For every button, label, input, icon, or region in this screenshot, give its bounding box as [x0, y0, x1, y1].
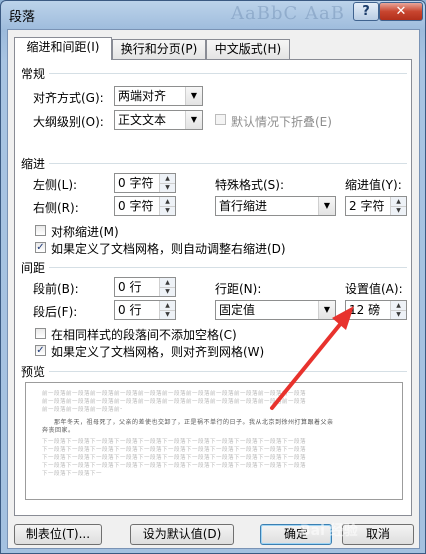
dialog-window: 段落 AaBbC AaB ? ✕ 缩进和间距(I) 换行和分页(P) 中文版式(…	[0, 0, 426, 554]
space-after-spinner[interactable]: 0 行 ▲ ▼	[114, 300, 176, 320]
divider	[49, 371, 407, 372]
left-indent-spinner[interactable]: 0 字符 ▲ ▼	[114, 173, 176, 193]
snap-to-grid-checkbox[interactable]: ✓	[35, 345, 46, 356]
divider	[49, 163, 407, 164]
mirror-indents-checkbox[interactable]	[35, 225, 46, 236]
space-before-label: 段前(B):	[33, 282, 79, 296]
outline-level-value: 正文文本	[118, 113, 167, 127]
tabs-button[interactable]: 制表位(T)...	[14, 524, 102, 545]
special-indent-dropdown[interactable]: 首行缩进 ▼	[215, 196, 336, 216]
collapse-default-label: 默认情况下折叠(E)	[231, 115, 332, 129]
section-general-heading: 常规	[21, 67, 46, 81]
line-spacing-dropdown[interactable]: 固定值 ▼	[215, 300, 336, 320]
section-preview-heading: 预览	[21, 365, 46, 379]
no-space-same-style-label: 在相同样式的段落间不添加空格(C)	[51, 328, 237, 342]
preview-next-paragraph: 下一段落下一段落下一段落下一段落下一段落下一段落下一段落下一段落下一段落下一段落…	[42, 439, 307, 445]
line-spacing-label: 行距(N):	[215, 282, 262, 296]
auto-adjust-indent-checkbox[interactable]: ✓	[35, 242, 46, 253]
space-after-label: 段后(F):	[33, 305, 78, 319]
spin-down-icon[interactable]: ▼	[160, 206, 175, 215]
right-indent-value: 0 字符	[118, 199, 154, 213]
alignment-value: 两端对齐	[118, 89, 167, 103]
left-indent-value: 0 字符	[118, 176, 154, 190]
spin-down-icon[interactable]: ▼	[160, 310, 175, 319]
indent-by-spinner[interactable]: 2 字符 ▲ ▼	[345, 196, 407, 216]
outline-level-dropdown[interactable]: 正文文本 ▼	[114, 110, 203, 130]
section-spacing-heading: 间距	[21, 261, 46, 275]
preview-next-paragraph: 下一段落下一段落下一段落下一段落下一段落下一段落下一段落下一段落下一段落下一段落…	[42, 463, 307, 469]
line-spacing-value: 固定值	[219, 303, 256, 317]
right-indent-spinner[interactable]: 0 字符 ▲ ▼	[114, 196, 176, 216]
mirror-indents-label: 对称缩进(M)	[51, 225, 119, 239]
set-default-button[interactable]: 设为默认值(D)	[130, 524, 234, 545]
spin-down-icon[interactable]: ▼	[160, 287, 175, 296]
tab-panel: 常规 对齐方式(G): 两端对齐 ▼ 大纲级别(O): 正文文本 ▼ 默认情况下…	[14, 59, 412, 516]
space-before-spinner[interactable]: 0 行 ▲ ▼	[114, 277, 176, 297]
special-indent-label: 特殊格式(S):	[215, 178, 285, 192]
spacing-at-label: 设置值(A):	[345, 282, 403, 296]
collapse-default-checkbox[interactable]	[215, 114, 226, 125]
dropdown-arrow-icon[interactable]: ▼	[185, 87, 202, 105]
section-indent-heading: 缩进	[21, 157, 46, 171]
preview-next-paragraph: 下一段落下一段落下一段落下一段落下一段落下一段落下一段落下一段落下一段落下一段落…	[42, 471, 102, 477]
indent-by-value: 2 字符	[349, 199, 385, 213]
spacing-at-value: 12 磅	[349, 303, 381, 317]
preview-previous-paragraph: 前一段落前一段落前一段落前一段落前一段落前一段落前一段落前一段落前一段落前一段落…	[42, 399, 307, 405]
tab-indents-spacing[interactable]: 缩进和间距(I)	[14, 37, 112, 60]
divider	[49, 267, 407, 268]
alignment-dropdown[interactable]: 两端对齐 ▼	[114, 86, 203, 106]
spin-down-icon[interactable]: ▼	[160, 183, 175, 192]
preview-previous-paragraph: 前一段落前一段落前一段落前一段落前一段落前一段落前一段落前一段落前一段落前一段落…	[42, 391, 307, 397]
help-button[interactable]: ?	[353, 2, 379, 21]
tab-asian-typography[interactable]: 中文版式(H)	[206, 39, 290, 59]
background-ghost-text: AaBbC AaB	[231, 3, 345, 24]
auto-adjust-indent-label: 如果定义了文档网格，则自动调整右缩进(D)	[51, 242, 286, 256]
dialog-title: 段落	[9, 10, 36, 25]
space-before-value: 0 行	[118, 280, 142, 294]
dropdown-arrow-icon[interactable]: ▼	[318, 197, 335, 215]
indent-by-label: 缩进值(Y):	[345, 178, 402, 192]
left-indent-label: 左侧(L):	[33, 178, 78, 192]
dialog-client-area: 缩进和间距(I) 换行和分页(P) 中文版式(H) 常规 对齐方式(G): 两端…	[7, 29, 420, 549]
tab-line-page-breaks[interactable]: 换行和分页(P)	[112, 39, 206, 59]
space-after-value: 0 行	[118, 303, 142, 317]
preview-next-paragraph: 下一段落下一段落下一段落下一段落下一段落下一段落下一段落下一段落下一段落下一段落…	[42, 447, 307, 453]
preview-next-paragraph: 下一段落下一段落下一段落下一段落下一段落下一段落下一段落下一段落下一段落下一段落…	[42, 455, 307, 461]
snap-to-grid-label: 如果定义了文档网格，则对齐到网格(W)	[51, 345, 265, 359]
no-space-same-style-checkbox[interactable]	[35, 328, 46, 339]
watermark: Bai 经验	[300, 523, 358, 539]
alignment-label: 对齐方式(G):	[33, 91, 104, 105]
right-indent-label: 右侧(R):	[33, 201, 79, 215]
spacing-at-spinner[interactable]: 12 磅 ▲ ▼	[345, 300, 407, 320]
preview-sample-line: 奔丧回家。	[42, 427, 75, 434]
outline-level-label: 大纲级别(O):	[33, 115, 104, 129]
dropdown-arrow-icon[interactable]: ▼	[318, 301, 335, 319]
close-button[interactable]: ✕	[379, 2, 423, 21]
spin-down-icon[interactable]: ▼	[391, 206, 406, 215]
dropdown-arrow-icon[interactable]: ▼	[185, 111, 202, 129]
spin-down-icon[interactable]: ▼	[391, 310, 406, 319]
divider	[49, 73, 407, 74]
preview-previous-paragraph: 前一段落前一段落前一段落前一段落前一段落前一段落前一段落前一段落前一段落前一段落…	[42, 407, 122, 413]
special-indent-value: 首行缩进	[219, 199, 268, 213]
paragraph-preview: 前一段落前一段落前一段落前一段落前一段落前一段落前一段落前一段落前一段落前一段落…	[25, 382, 403, 500]
